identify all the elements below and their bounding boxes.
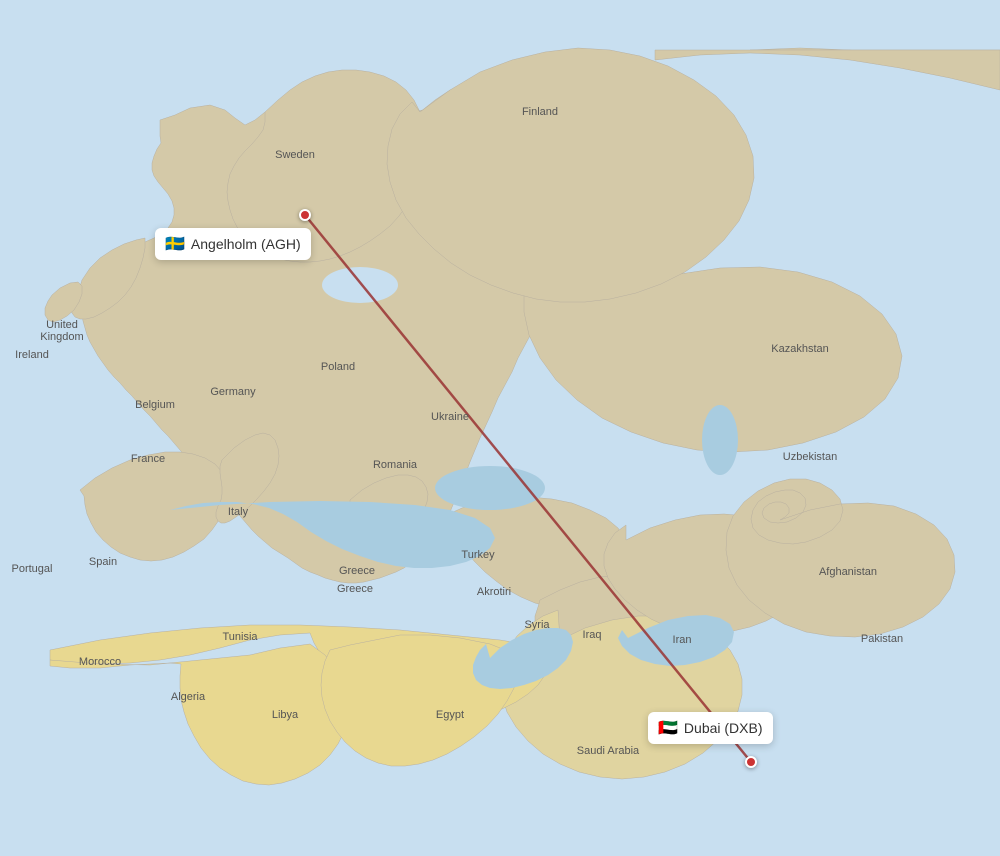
svg-text:Portugal: Portugal <box>12 563 53 575</box>
svg-text:Ukraine: Ukraine <box>431 411 469 423</box>
svg-text:France: France <box>131 453 165 465</box>
svg-text:Ireland: Ireland <box>15 349 49 361</box>
svg-text:Greece: Greece <box>337 583 373 595</box>
origin-dot <box>299 209 311 221</box>
svg-text:Iraq: Iraq <box>583 629 602 641</box>
svg-text:Poland: Poland <box>321 361 355 373</box>
origin-label: 🇸🇪 Angelholm (AGH) <box>155 228 311 260</box>
svg-text:Syria: Syria <box>524 619 550 631</box>
origin-label-text: Angelholm (AGH) <box>191 236 301 252</box>
svg-text:Algeria: Algeria <box>171 691 206 703</box>
map-container: Finland Sweden United Kingdom Ireland Be… <box>0 0 1000 856</box>
svg-text:Libya: Libya <box>272 709 299 721</box>
map-svg: Finland Sweden United Kingdom Ireland Be… <box>0 0 1000 856</box>
svg-text:Uzbekistan: Uzbekistan <box>783 451 837 463</box>
svg-text:Belgium: Belgium <box>135 399 175 411</box>
svg-text:Kingdom: Kingdom <box>40 331 83 343</box>
svg-text:Tunisia: Tunisia <box>222 631 258 643</box>
svg-text:Saudi Arabia: Saudi Arabia <box>577 745 640 757</box>
svg-text:Egypt: Egypt <box>436 709 464 721</box>
destination-label-text: Dubai (DXB) <box>684 720 763 736</box>
svg-text:Italy: Italy <box>228 506 249 518</box>
svg-text:Spain: Spain <box>89 556 117 568</box>
svg-text:Greece: Greece <box>339 565 375 577</box>
svg-text:United: United <box>46 319 78 331</box>
svg-text:Morocco: Morocco <box>79 656 121 668</box>
destination-flag: 🇦🇪 <box>658 718 678 738</box>
svg-text:Sweden: Sweden <box>275 149 315 161</box>
svg-text:Iran: Iran <box>673 634 692 646</box>
svg-text:Germany: Germany <box>210 386 256 398</box>
svg-text:Pakistan: Pakistan <box>861 633 903 645</box>
destination-dot <box>745 756 757 768</box>
svg-text:Turkey: Turkey <box>461 549 495 561</box>
origin-flag: 🇸🇪 <box>165 234 185 254</box>
svg-text:Kazakhstan: Kazakhstan <box>771 343 828 355</box>
destination-label: 🇦🇪 Dubai (DXB) <box>648 712 773 744</box>
svg-text:Romania: Romania <box>373 459 418 471</box>
svg-text:Akrotiri: Akrotiri <box>477 586 511 598</box>
svg-text:Afghanistan: Afghanistan <box>819 566 877 578</box>
svg-text:Finland: Finland <box>522 106 558 118</box>
